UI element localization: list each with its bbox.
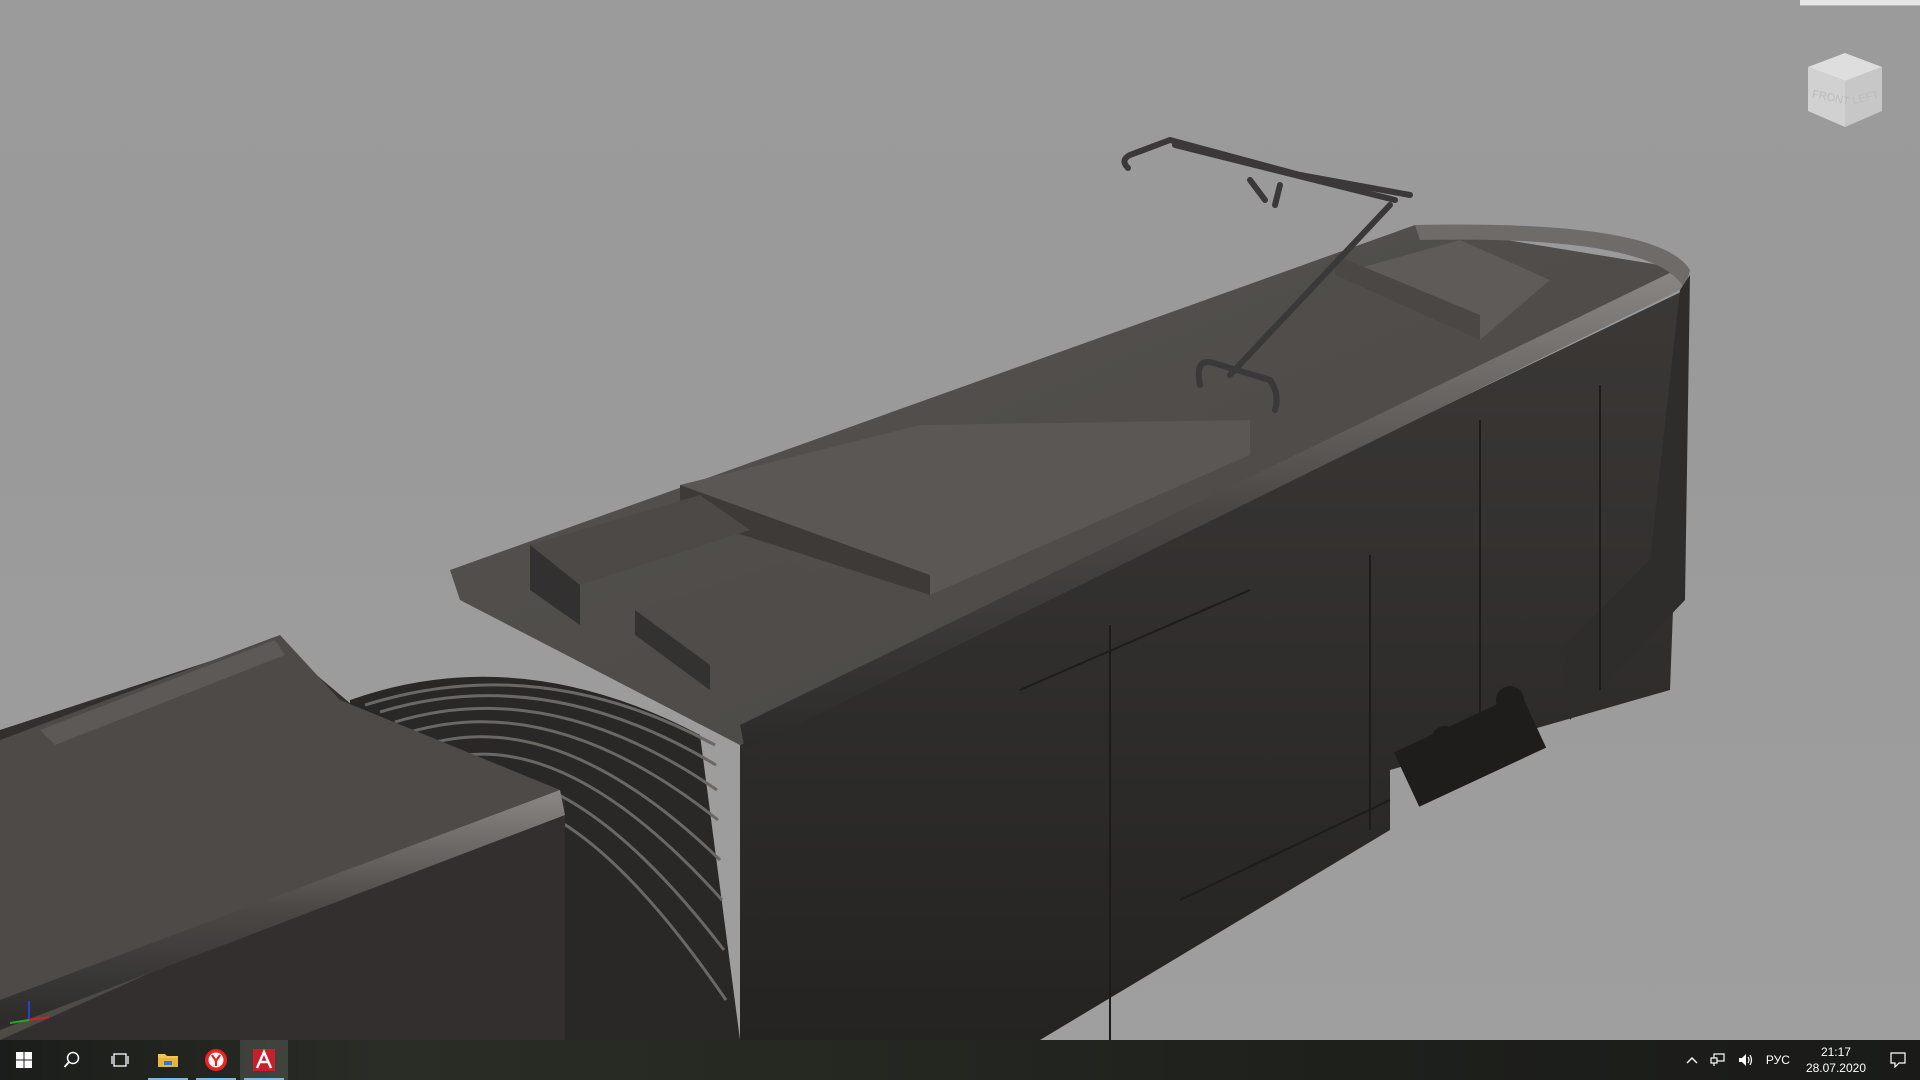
autodesk-app-button[interactable] (240, 1040, 288, 1080)
search-button[interactable] (48, 1040, 96, 1080)
clock-date: 28.07.2020 (1805, 1061, 1866, 1075)
speaker-icon (1738, 1054, 1753, 1066)
viewport-toolbar-stub[interactable] (1800, 0, 1920, 6)
tram-3d-model (0, 136, 1690, 1040)
taskbar: РУС 21:17 28.07.2020 (0, 1040, 1920, 1080)
windows-logo-icon (16, 1052, 32, 1068)
network-button[interactable] (1704, 1040, 1732, 1080)
file-explorer-button[interactable] (144, 1040, 192, 1080)
yandex-browser-icon (205, 1049, 227, 1071)
search-icon (63, 1051, 80, 1068)
action-center-button[interactable] (1876, 1040, 1920, 1080)
network-icon (1710, 1053, 1725, 1066)
autodesk-a-icon (253, 1049, 275, 1071)
task-view-icon (111, 1053, 129, 1067)
clock[interactable]: 21:17 28.07.2020 (1796, 1040, 1876, 1080)
yandex-browser-button[interactable] (192, 1040, 240, 1080)
volume-button[interactable] (1732, 1040, 1760, 1080)
system-tray: РУС 21:17 28.07.2020 (1680, 1040, 1920, 1080)
axis-triad-icon (9, 1001, 50, 1024)
task-view-button[interactable] (96, 1040, 144, 1080)
start-button[interactable] (0, 1040, 48, 1080)
chevron-up-icon (1686, 1057, 1698, 1064)
input-language-indicator[interactable]: РУС (1760, 1040, 1796, 1080)
folder-icon (158, 1054, 178, 1067)
clock-time: 21:17 (1820, 1045, 1851, 1059)
3d-viewport[interactable]: FRONT LEFT (0, 0, 1920, 1040)
notification-icon (1890, 1052, 1906, 1068)
view-cube[interactable]: FRONT LEFT (1800, 45, 1890, 135)
show-hidden-icons-button[interactable] (1680, 1040, 1704, 1080)
